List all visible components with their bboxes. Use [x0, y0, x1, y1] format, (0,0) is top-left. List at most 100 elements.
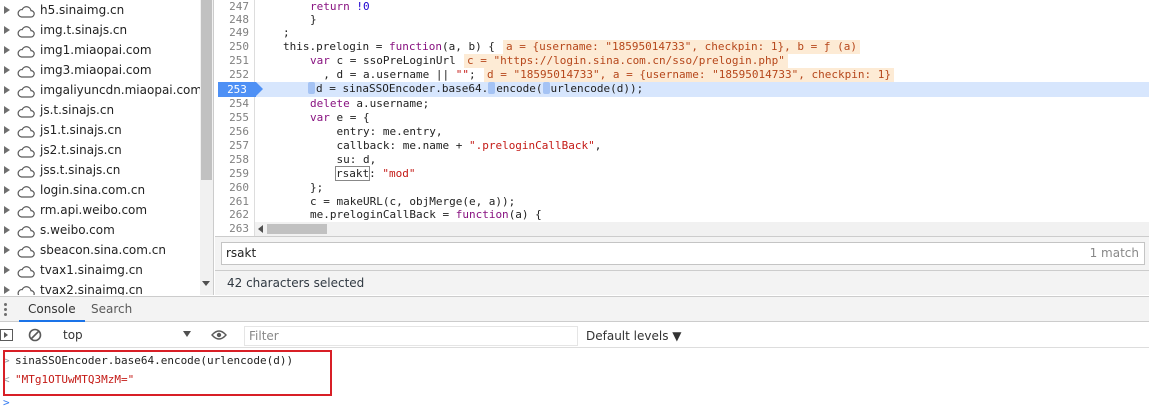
expand-arrow-icon[interactable] [4, 206, 10, 214]
line-number[interactable]: 251 [215, 54, 249, 68]
tree-item-label: rm.api.weibo.com [40, 203, 148, 217]
code-line-257: callback: me.name + ".preloginCallBack", [310, 139, 601, 153]
line-number[interactable]: 255 [215, 111, 249, 125]
code-token: a.username; [349, 97, 430, 110]
console-filter-input[interactable]: Filter [244, 326, 578, 346]
expand-arrow-icon[interactable] [4, 66, 10, 74]
code-line-253: d = sinaSSOEncoder.base64. encode(urlenco… [308, 82, 643, 96]
inline-value-hint: c = "https://login.sina.com.cn/sso/prelo… [464, 54, 788, 68]
scroll-left-arrow-icon[interactable] [258, 225, 263, 233]
drawer-menu-icon[interactable] [4, 303, 7, 316]
breakpoint-marker[interactable]: 253 [218, 82, 263, 97]
line-number-gutter[interactable]: 2472482492502512522532542552562572582592… [215, 0, 255, 236]
expand-arrow-icon[interactable] [4, 126, 10, 134]
code-token: !0 [356, 0, 370, 13]
code-line-258: su: d, [310, 153, 376, 167]
expand-arrow-icon[interactable] [4, 26, 10, 34]
code-token: function [455, 208, 509, 221]
line-number[interactable]: 256 [215, 125, 249, 139]
expand-arrow-icon[interactable] [4, 226, 10, 234]
tree-item[interactable]: sbeacon.sina.com.cn [0, 240, 200, 260]
code-token: , d = a.username || [310, 68, 456, 81]
scroll-down-arrow-icon[interactable] [202, 281, 210, 286]
tree-item[interactable]: s.weibo.com [0, 220, 200, 240]
code-line-247: return !0 [310, 0, 370, 14]
tree-item[interactable]: img.t.sinajs.cn [0, 20, 200, 40]
line-number[interactable]: 258 [215, 153, 249, 167]
clear-console-icon[interactable] [28, 328, 42, 345]
search-match-count: 1 match [1089, 246, 1139, 260]
code-token: callback: me.name + [310, 139, 469, 152]
code-token: "" [455, 68, 469, 81]
editor-horizontal-scrollbar-thumb[interactable] [267, 224, 327, 234]
expand-arrow-icon[interactable] [4, 46, 10, 54]
tree-item-label: img1.miaopai.com [40, 43, 152, 57]
tree-item[interactable]: login.sina.com.cn [0, 180, 200, 200]
code-token: su: d, [310, 153, 377, 166]
expand-arrow-icon[interactable] [4, 86, 10, 94]
tree-item-label: jss.t.sinajs.cn [40, 163, 121, 177]
code-token: me.preloginCallBack = [310, 208, 456, 221]
code-line-254: delete a.username; [310, 97, 429, 111]
code-token: entry: me.entry, [310, 125, 443, 138]
code-token: } [310, 13, 317, 26]
expand-arrow-icon[interactable] [4, 286, 10, 294]
tree-item[interactable]: tvax1.sinaimg.cn [0, 260, 200, 280]
inline-breakpoint-icon[interactable] [308, 82, 315, 94]
tree-item[interactable]: rm.api.weibo.com [0, 200, 200, 220]
expand-arrow-icon[interactable] [4, 146, 10, 154]
line-number[interactable]: 248 [215, 13, 249, 27]
tree-item[interactable]: js.t.sinajs.cn [0, 100, 200, 120]
execution-context-select[interactable]: top [55, 324, 198, 346]
inline-breakpoint-icon[interactable] [542, 82, 550, 94]
line-number[interactable]: 260 [215, 181, 249, 195]
log-levels-dropdown[interactable]: Default levels ▼ [586, 326, 682, 346]
code-token: "mod" [382, 167, 416, 180]
code-line-255: var e = { [310, 111, 370, 125]
expand-arrow-icon[interactable] [4, 106, 10, 114]
line-number[interactable]: 257 [215, 139, 249, 153]
tree-item[interactable]: img1.miaopai.com [0, 40, 200, 60]
tab-search[interactable]: Search [82, 297, 141, 322]
editor-horizontal-scrollbar[interactable] [255, 222, 1149, 236]
line-number[interactable]: 263 [215, 222, 249, 236]
line-number[interactable]: 252 [215, 68, 249, 82]
tree-item[interactable]: tvax2.sinaimg.cn [0, 280, 200, 295]
code-token: ; [283, 26, 290, 39]
tree-item[interactable]: img3.miaopai.com [0, 60, 200, 80]
source-editor[interactable]: 2472482492502512522532542552562572582592… [215, 0, 1149, 236]
file-tree-scrollbar-thumb[interactable] [201, 0, 212, 180]
tree-item[interactable]: js2.t.sinajs.cn [0, 140, 200, 160]
expand-arrow-icon[interactable] [4, 246, 10, 254]
line-number[interactable]: 247 [215, 0, 249, 14]
code-line-251: var c = ssoPreLoginUrl [310, 54, 456, 68]
line-number[interactable]: 261 [215, 195, 249, 209]
code-line-262: me.preloginCallBack = function(a) { [310, 208, 542, 222]
eye-icon[interactable] [211, 329, 227, 344]
tree-item[interactable]: jss.t.sinajs.cn [0, 160, 200, 180]
line-number[interactable]: 250 [215, 40, 249, 54]
tree-item-label: imgaliyuncdn.miaopai.com [40, 83, 203, 97]
drawer-tab-bar: Console Search [0, 296, 1149, 322]
show-sidebar-icon[interactable] [0, 328, 14, 345]
tab-console[interactable]: Console [19, 297, 85, 322]
code-token: e = { [329, 111, 370, 124]
inline-breakpoint-icon[interactable] [488, 82, 496, 94]
line-number[interactable]: 249 [215, 26, 249, 40]
line-number[interactable]: 254 [215, 97, 249, 111]
source-search-input[interactable]: rsakt [221, 242, 1145, 265]
chevron-down-icon[interactable] [183, 331, 191, 337]
expand-arrow-icon[interactable] [4, 6, 10, 14]
code-token: c = makeURL(c, objMerge(e, a)); [310, 195, 516, 208]
code-token: delete [310, 97, 350, 110]
tree-item[interactable]: h5.sinaimg.cn [0, 0, 200, 20]
expand-arrow-icon[interactable] [4, 166, 10, 174]
line-number[interactable]: 259 [215, 167, 249, 181]
expand-arrow-icon[interactable] [4, 186, 10, 194]
tree-item[interactable]: imgaliyuncdn.miaopai.com [0, 80, 203, 100]
line-number[interactable]: 262 [215, 208, 249, 222]
code-line-249: ; [283, 26, 290, 40]
expand-arrow-icon[interactable] [4, 266, 10, 274]
tree-item[interactable]: js1.t.sinajs.cn [0, 120, 200, 140]
code-token: (a, b) { [441, 40, 495, 53]
